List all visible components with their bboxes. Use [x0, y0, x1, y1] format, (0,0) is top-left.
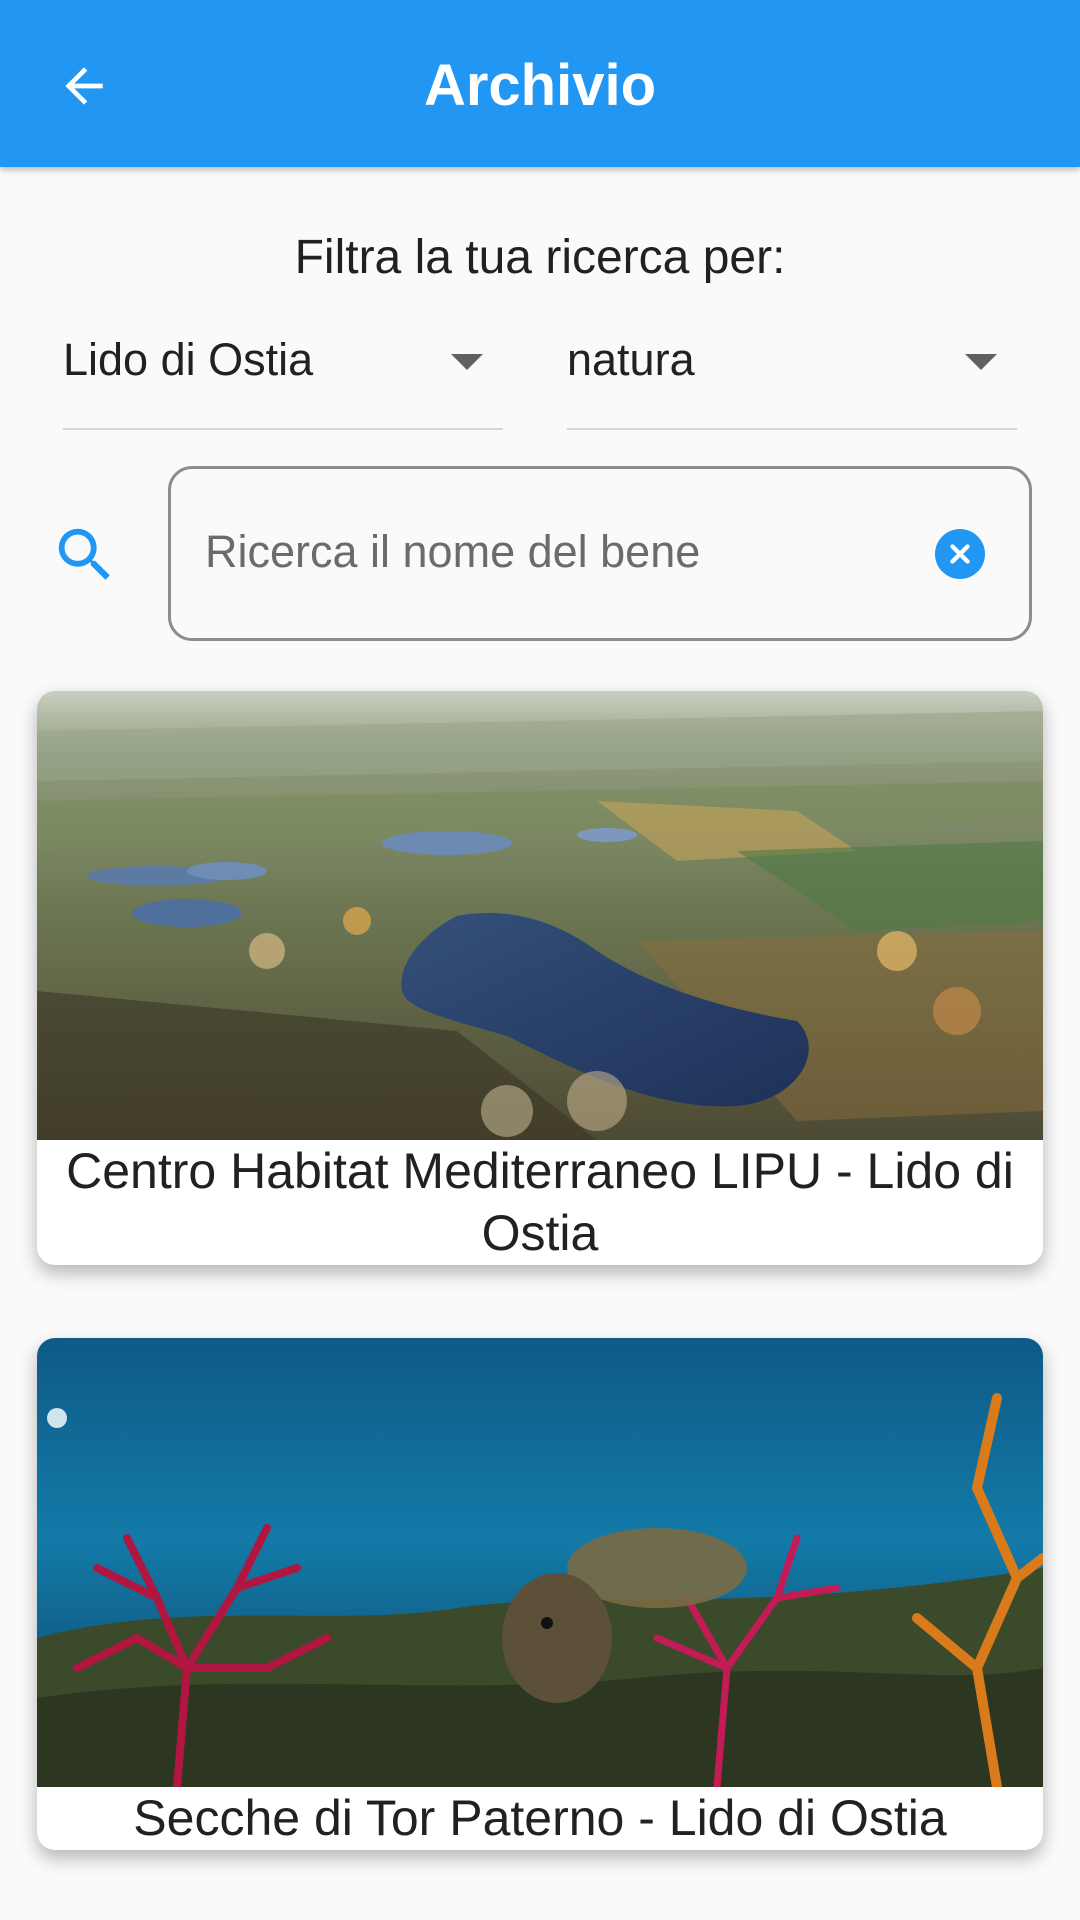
app-bar: Archivio: [0, 0, 1080, 167]
card-title: Centro Habitat Mediterraneo LIPU - Lido …: [66, 1143, 1014, 1261]
search-field: [168, 466, 1032, 641]
result-card[interactable]: Centro Habitat Mediterraneo LIPU - Lido …: [37, 691, 1043, 1265]
card-image-reef: [37, 1338, 1043, 1787]
category-dropdown-value: natura: [567, 334, 695, 385]
category-dropdown[interactable]: natura: [567, 320, 1017, 430]
search-input[interactable]: [205, 517, 905, 587]
page-title: Archivio: [423, 53, 657, 118]
card-image-wetland: [37, 691, 1043, 1140]
location-dropdown[interactable]: Lido di Ostia: [63, 320, 503, 430]
clear-search-button[interactable]: [935, 529, 985, 579]
filter-label: Filtra la tua ricerca per:: [294, 231, 786, 284]
dropdown-arrow-icon: [451, 354, 483, 370]
card-title: Secche di Tor Paterno - Lido di Ostia: [133, 1790, 947, 1846]
search-icon[interactable]: [50, 520, 120, 590]
result-card[interactable]: DAVIDE BASTIANI Secche di Tor Paterno - …: [37, 1338, 1043, 1850]
close-icon: [950, 544, 970, 564]
dropdown-arrow-icon: [965, 354, 997, 370]
location-dropdown-value: Lido di Ostia: [63, 334, 314, 385]
